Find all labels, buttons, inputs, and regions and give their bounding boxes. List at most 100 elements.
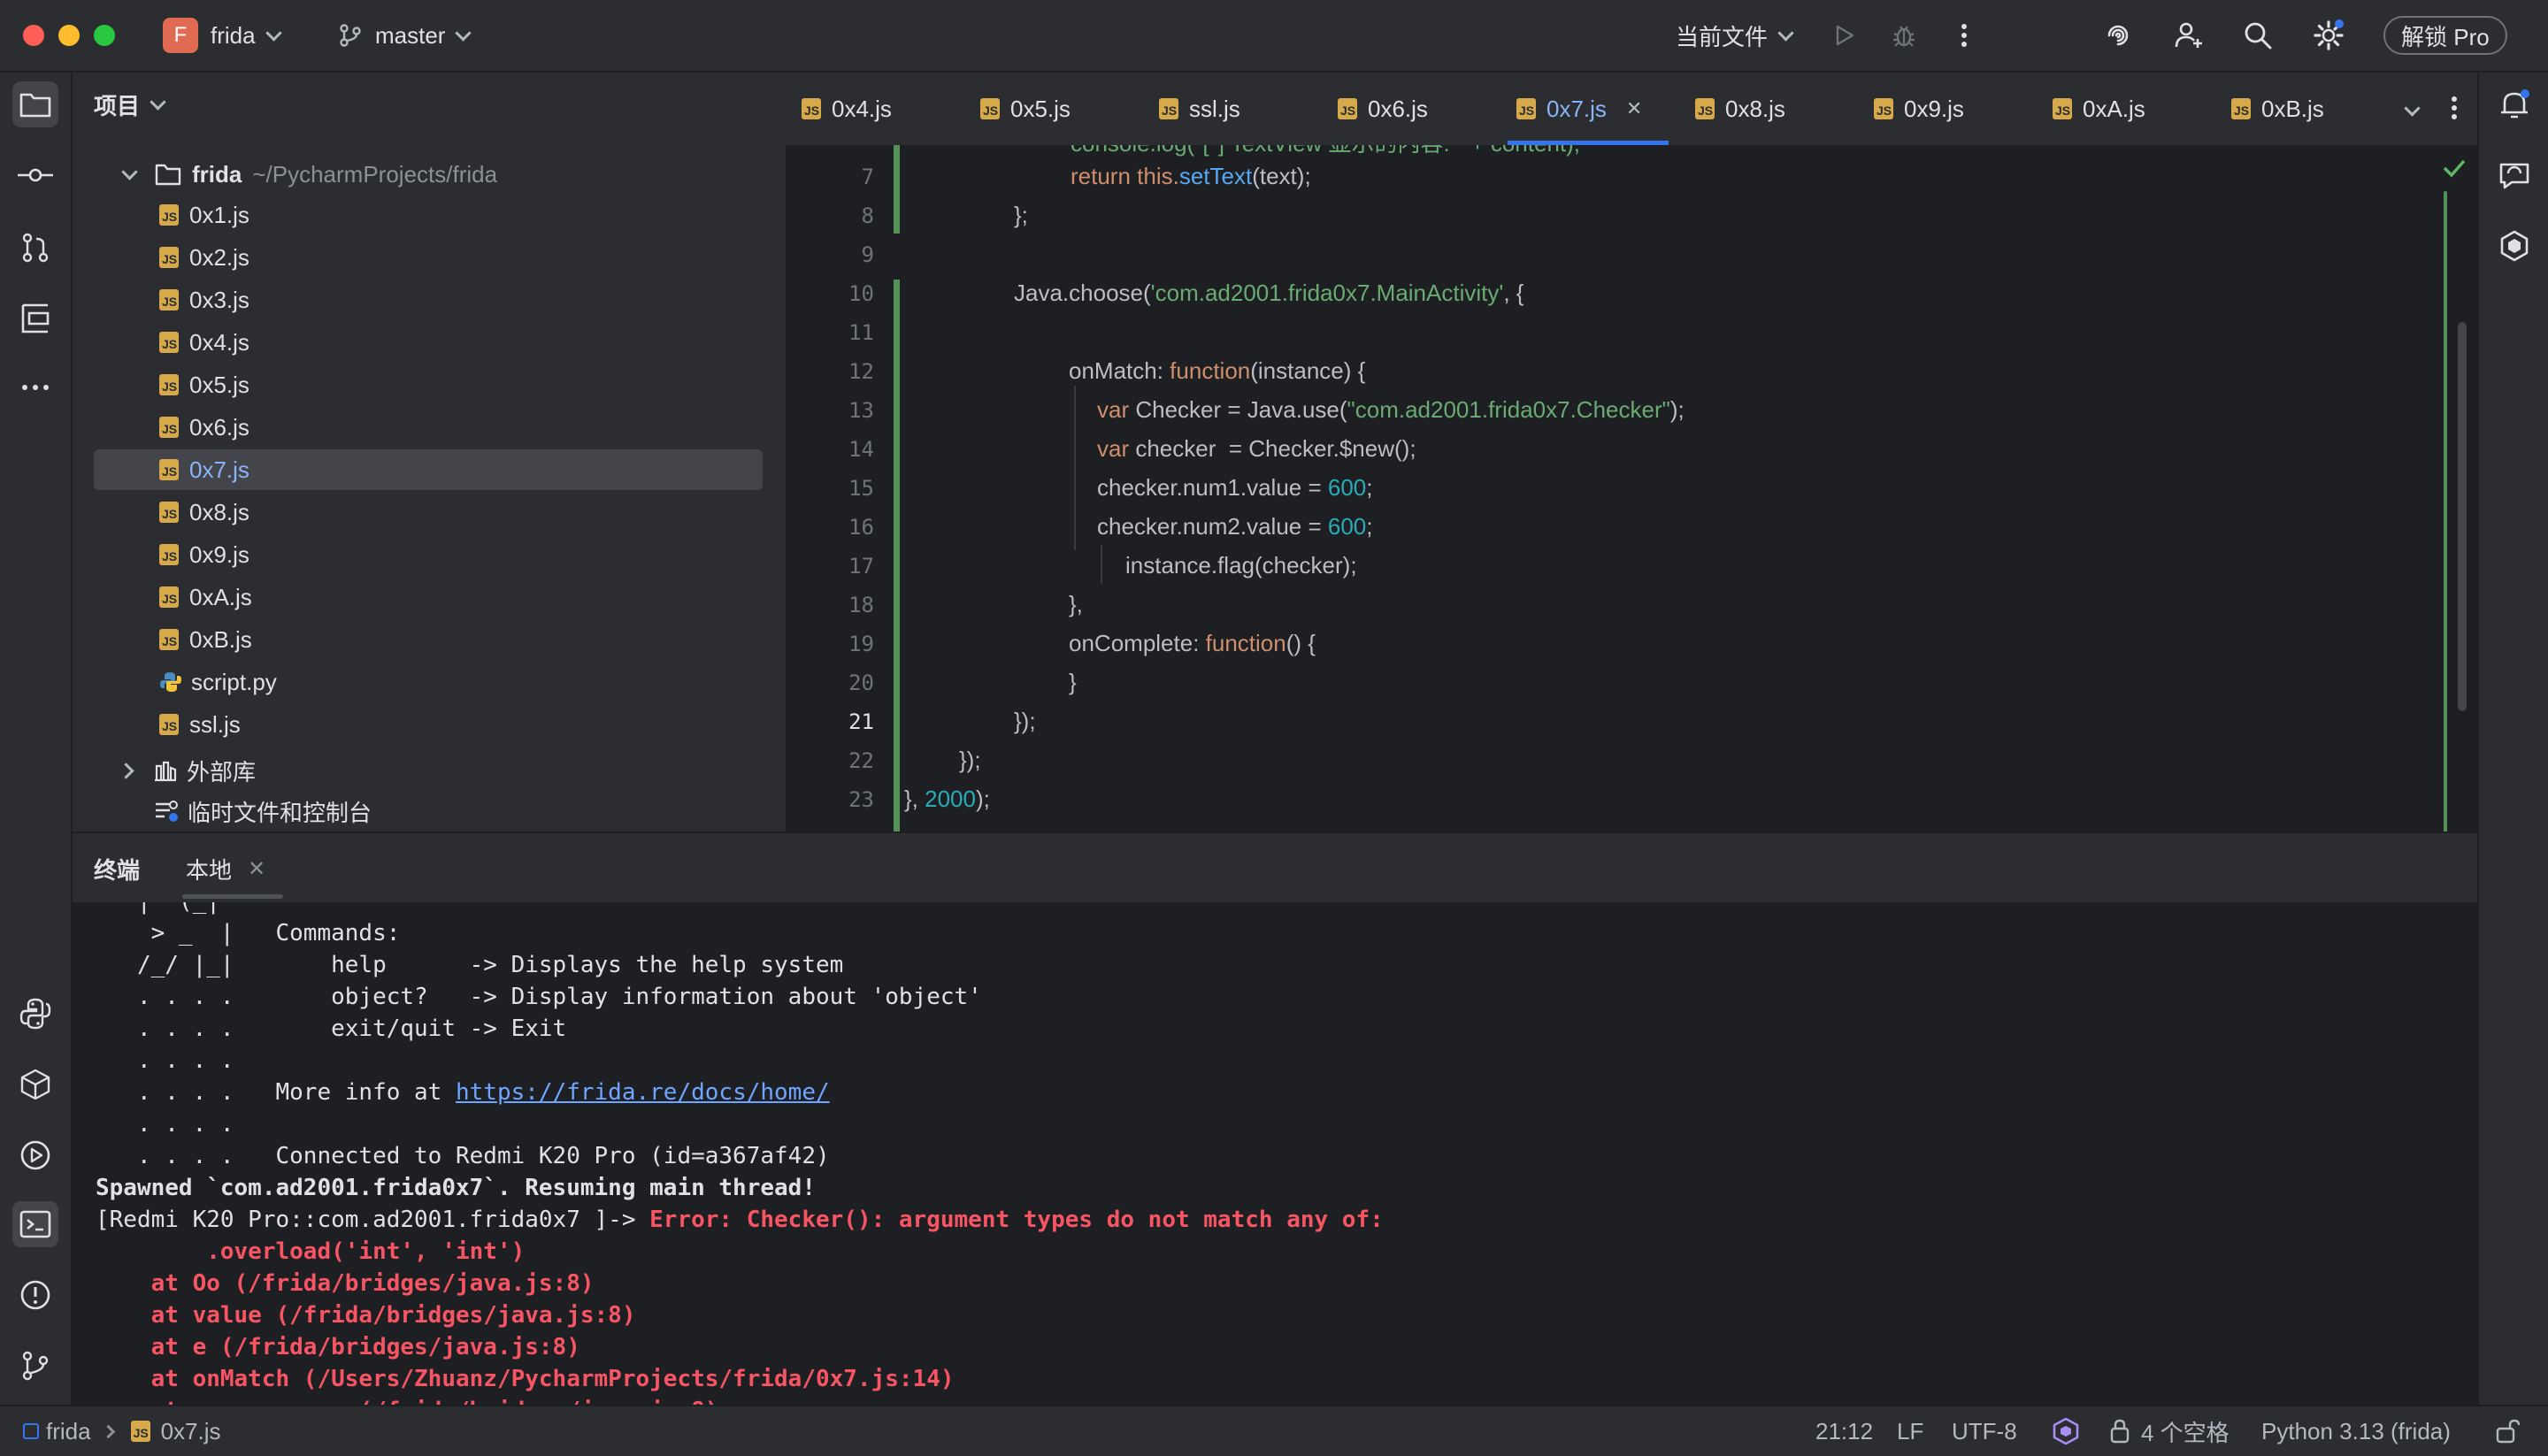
python-packages-button[interactable]: [12, 1061, 58, 1107]
code-editor[interactable]: console.log("[*] TextView 显示的内容: " + con…: [786, 145, 2477, 831]
folder-icon: [19, 93, 51, 118]
project-tool-button[interactable]: [12, 81, 58, 127]
editor-tab[interactable]: JS 0x8.js: [1695, 73, 1785, 145]
close-tab-icon[interactable]: ✕: [1626, 97, 1642, 120]
terminal-line: at value (/frida/bridges/java.js:8): [96, 1302, 636, 1329]
minimize-window-button[interactable]: [58, 25, 80, 46]
js-file-icon: JS: [159, 204, 179, 226]
editor-tab[interactable]: JS 0xA.js: [2053, 73, 2145, 145]
terminal-output[interactable]: | (_| > _ | Commands: /_/ |_| help -> Di…: [73, 902, 2477, 1405]
terminal-line: at Oo (/frida/bridges/java.js:8): [96, 1270, 595, 1297]
tree-file-item[interactable]: JS 0x7.js: [94, 449, 763, 490]
tree-root-folder[interactable]: frida ~/PycharmProjects/frida: [94, 154, 763, 195]
line-number: 18: [848, 593, 874, 617]
js-file-icon: JS: [1695, 98, 1715, 119]
problems-icon: [20, 1280, 50, 1310]
js-file-icon: JS: [2053, 98, 2072, 119]
editor-tab[interactable]: JS 0x9.js: [1874, 73, 1964, 145]
tab-options-icon[interactable]: [2437, 90, 2472, 126]
problems-tool-button[interactable]: [12, 1272, 58, 1318]
run-icon[interactable]: [1826, 18, 1861, 53]
add-user-icon[interactable]: [2171, 18, 2206, 53]
tree-file-item[interactable]: JS 0x2.js: [94, 237, 763, 278]
git-tool-button[interactable]: [12, 1343, 58, 1389]
line-number: 14: [848, 437, 874, 462]
branch-switcher[interactable]: master: [338, 0, 472, 71]
services-button[interactable]: [12, 1132, 58, 1178]
project-name: frida: [211, 21, 256, 49]
project-panel-header[interactable]: 项目: [94, 88, 166, 121]
tree-scratches[interactable]: 临时文件和控制台: [94, 791, 763, 831]
docs-link[interactable]: https://frida.re/docs/home/: [456, 1079, 830, 1106]
python-console-button[interactable]: [12, 991, 58, 1037]
search-icon[interactable]: [2240, 18, 2276, 53]
terminal-line: Spawned `com.ad2001.frida0x7`. Resuming …: [96, 1175, 816, 1201]
indent-setting[interactable]: 4 个空格: [2109, 1406, 2230, 1456]
run-config-selector[interactable]: 当前文件: [1676, 0, 1794, 71]
editor-scrollbar[interactable]: [2458, 322, 2467, 711]
line-number: 16: [848, 515, 874, 540]
editor-tab[interactable]: JS ssl.js: [1159, 73, 1240, 145]
editor-tab[interactable]: JS 0xB.js: [2231, 73, 2324, 145]
settings-gear-icon[interactable]: [2311, 18, 2346, 53]
unlock-pro-button[interactable]: 解锁 Pro: [2383, 16, 2507, 55]
editor-tab[interactable]: JS 0x7.js ✕: [1507, 73, 1669, 145]
line-number: 13: [848, 398, 874, 423]
project-switcher[interactable]: F frida: [163, 0, 282, 71]
editor-tab[interactable]: JS 0x4.js: [802, 73, 892, 145]
pull-requests-tool-button[interactable]: [12, 225, 58, 271]
line-number: 10: [848, 281, 874, 306]
js-file-icon: JS: [159, 629, 179, 650]
structure-tool-button[interactable]: [12, 295, 58, 341]
plugin-button[interactable]: [2491, 223, 2537, 269]
tree-file-item[interactable]: JS 0xA.js: [94, 577, 763, 617]
tree-file-item[interactable]: JS 0x5.js: [94, 364, 763, 405]
js-file-icon: JS: [159, 417, 179, 438]
notifications-button[interactable]: [2491, 81, 2537, 127]
breadcrumb-file[interactable]: 0x7.js: [161, 1418, 221, 1445]
line-number: 9: [861, 242, 874, 267]
tree-file-item[interactable]: JS 0xB.js: [94, 619, 763, 660]
more-tools-button[interactable]: [12, 364, 58, 410]
inspection-ok-icon[interactable]: [2442, 157, 2467, 179]
close-window-button[interactable]: [23, 25, 44, 46]
js-file-icon: JS: [159, 247, 179, 268]
tree-external-libraries[interactable]: 外部库: [94, 750, 763, 791]
line-separator[interactable]: LF: [1897, 1406, 1923, 1456]
more-vertical-icon[interactable]: [1946, 18, 1982, 53]
terminal-line: . . . . object? -> Display information a…: [96, 984, 982, 1010]
code-line-12: onMatch: function(instance) {: [1069, 357, 1366, 384]
code-line-20: }: [1069, 669, 1077, 695]
tree-file-item[interactable]: JS 0x3.js: [94, 280, 763, 320]
tree-file-item[interactable]: JS 0x9.js: [94, 534, 763, 575]
editor-tab-label: 0x4.js: [832, 95, 892, 122]
tree-file-item[interactable]: JS ssl.js: [94, 704, 763, 745]
python-interpreter[interactable]: Python 3.13 (frida): [2261, 1406, 2451, 1456]
file-name: ssl.js: [189, 710, 241, 738]
tree-file-item[interactable]: script.py: [94, 662, 763, 702]
js-file-icon: JS: [159, 374, 179, 395]
commit-tool-button[interactable]: [12, 152, 58, 198]
more-horizontal-icon: [22, 385, 49, 390]
editor-tab[interactable]: JS 0x5.js: [980, 73, 1071, 145]
breadcrumb: frida JS 0x7.js: [23, 1406, 221, 1456]
tree-file-item[interactable]: JS 0x6.js: [94, 407, 763, 448]
tree-file-item[interactable]: JS 0x4.js: [94, 322, 763, 363]
tree-file-item[interactable]: JS 0x1.js: [94, 195, 763, 235]
tree-file-item[interactable]: JS 0x8.js: [94, 492, 763, 533]
zoom-window-button[interactable]: [94, 25, 115, 46]
cursor-position[interactable]: 21:12: [1815, 1406, 1873, 1456]
tab-list-dropdown[interactable]: [2394, 90, 2429, 126]
ai-assistant-icon[interactable]: [2100, 18, 2136, 53]
breadcrumb-project[interactable]: frida: [46, 1418, 91, 1445]
ai-status-icon[interactable]: [2051, 1406, 2081, 1456]
read-only-toggle[interactable]: [2495, 1406, 2520, 1456]
close-icon[interactable]: ✕: [248, 856, 265, 882]
debug-icon[interactable]: [1886, 18, 1922, 53]
editor-tab[interactable]: JS 0x6.js: [1338, 73, 1428, 145]
chevron-down-icon: [1777, 24, 1794, 42]
ai-chat-button[interactable]: [2491, 152, 2537, 198]
terminal-session-tab[interactable]: 本地 ✕: [182, 833, 284, 904]
file-encoding[interactable]: UTF-8: [1952, 1406, 2017, 1456]
terminal-tool-button[interactable]: [12, 1201, 58, 1247]
